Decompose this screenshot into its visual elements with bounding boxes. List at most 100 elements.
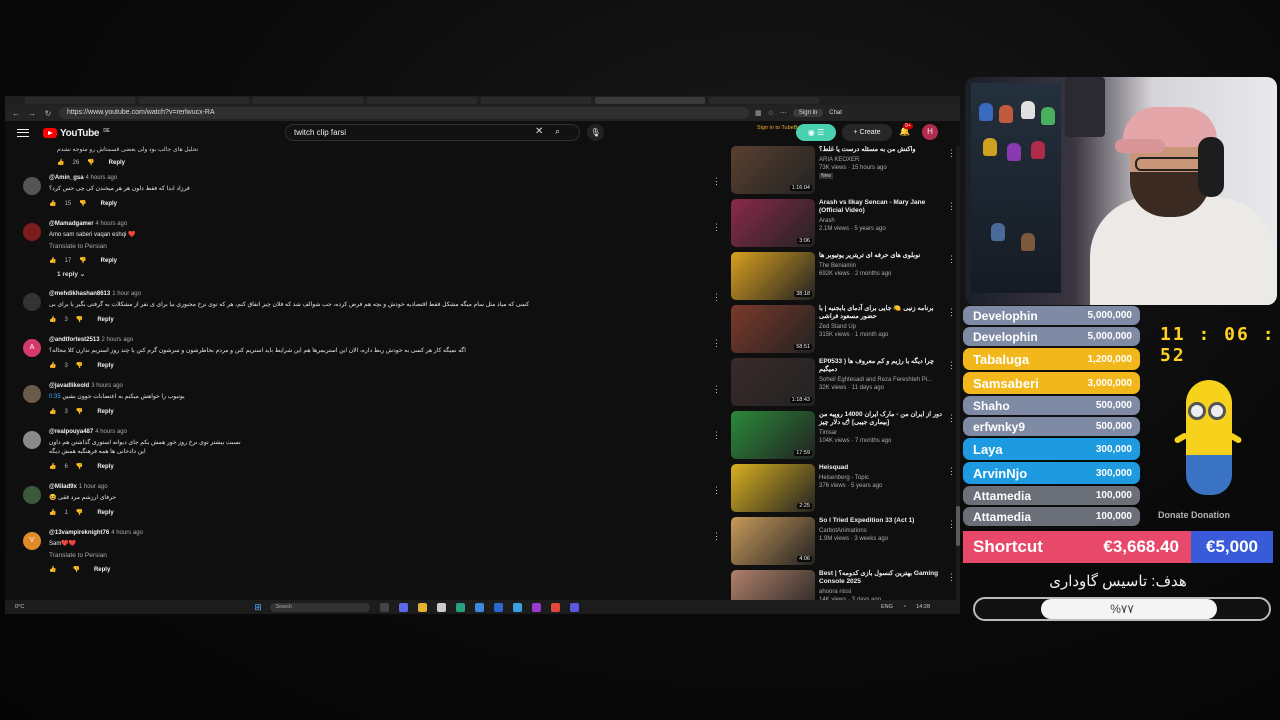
video-thumbnail[interactable]: 2:25 xyxy=(731,464,815,512)
comment-more-icon[interactable]: ⋮ xyxy=(712,293,721,302)
video-channel[interactable]: Arash xyxy=(819,218,946,224)
windows-start-icon[interactable]: ⊞ xyxy=(254,602,262,613)
system-clock[interactable]: 14:28 xyxy=(916,604,930,610)
hamburger-menu-icon[interactable] xyxy=(17,129,29,137)
browser-tab[interactable] xyxy=(709,97,819,104)
app-icon[interactable] xyxy=(474,602,484,612)
translate-link[interactable]: Translate to Persian xyxy=(49,243,723,250)
dislike-icon[interactable]: 👎 xyxy=(79,257,86,264)
comment-author[interactable]: @Amin_gsa xyxy=(49,175,84,181)
browser-tab-active[interactable] xyxy=(595,97,705,104)
like-icon[interactable]: 👍 xyxy=(49,509,56,516)
video-title[interactable]: Best | بهترین کنسول بازی کدومه؟ Gaming C… xyxy=(819,570,946,586)
video-channel[interactable]: ARIA KEOXER xyxy=(819,157,946,163)
video-title[interactable]: EP0533 ) چرا دیگه با رژیم و کم معروف ها … xyxy=(819,358,946,374)
search-icon[interactable]: ⌕ xyxy=(555,126,560,137)
commenter-avatar[interactable] xyxy=(23,177,41,195)
reply-button[interactable]: Reply xyxy=(94,567,110,573)
related-video-item[interactable]: 3:06 Arash vs Ilkay Sencan - Mary Jane (O… xyxy=(731,199,956,251)
create-button[interactable]: + Create xyxy=(842,124,892,141)
forward-icon[interactable]: → xyxy=(27,109,37,118)
related-video-item[interactable]: 1:16:04 واکنش من به مسئله درست یا غلط؟ ARI… xyxy=(731,146,956,198)
comment-more-icon[interactable]: ⋮ xyxy=(712,223,721,232)
like-icon[interactable]: 👍 xyxy=(49,200,56,207)
translate-link[interactable]: Translate to Persian xyxy=(49,552,723,559)
browser-tab[interactable] xyxy=(367,97,477,104)
video-more-icon[interactable]: ⋮ xyxy=(947,201,956,212)
reload-icon[interactable]: ↻ xyxy=(43,109,53,118)
page-scrollbar[interactable] xyxy=(956,146,960,606)
app-icon[interactable] xyxy=(531,602,541,612)
bookmark-icon[interactable]: ☆ xyxy=(768,109,774,117)
commenter-avatar[interactable] xyxy=(23,293,41,311)
teams-icon[interactable] xyxy=(398,602,408,612)
browser-signin-button[interactable]: Sign in xyxy=(792,109,824,117)
dislike-icon[interactable]: 👎 xyxy=(87,159,94,166)
clear-search-icon[interactable]: ✕ xyxy=(535,126,543,137)
reply-button[interactable]: Reply xyxy=(97,409,113,415)
discord-icon[interactable] xyxy=(569,602,579,612)
reply-button[interactable]: Reply xyxy=(97,464,113,470)
timestamp-link[interactable]: 0:35 xyxy=(49,394,61,400)
comment-author[interactable]: @13vampireknight76 xyxy=(49,530,109,536)
comment-more-icon[interactable]: ⋮ xyxy=(712,177,721,186)
comment-time[interactable]: 4 hours ago xyxy=(111,530,143,536)
url-input[interactable]: https://www.youtube.com/watch?v=rerlwucx… xyxy=(59,107,749,119)
edge-icon[interactable] xyxy=(455,602,465,612)
like-icon[interactable]: 👍 xyxy=(49,463,56,470)
browser-tab[interactable] xyxy=(139,97,249,104)
commenter-avatar[interactable] xyxy=(23,385,41,403)
commenter-avatar[interactable] xyxy=(23,431,41,449)
scrollbar-thumb[interactable] xyxy=(956,506,960,546)
taskbar-search[interactable]: Search xyxy=(269,602,370,612)
tubebuddy-toggle[interactable]: ◉ ☰ xyxy=(796,124,836,141)
video-more-icon[interactable]: ⋮ xyxy=(947,307,956,318)
video-title[interactable]: دور از ایران من - مارک ایران 14000 روپیه… xyxy=(819,411,946,427)
dislike-icon[interactable]: 👎 xyxy=(76,509,83,516)
wifi-icon[interactable]: ◔ xyxy=(903,604,906,610)
dislike-icon[interactable]: 👎 xyxy=(72,566,79,573)
account-avatar[interactable]: H xyxy=(922,124,938,140)
taskview-icon[interactable] xyxy=(379,602,389,612)
like-icon[interactable]: 👍 xyxy=(57,159,64,166)
video-channel[interactable]: ahoora nissi xyxy=(819,589,946,595)
video-more-icon[interactable]: ⋮ xyxy=(947,413,956,424)
comment-more-icon[interactable]: ⋮ xyxy=(712,532,721,541)
video-more-icon[interactable]: ⋮ xyxy=(947,148,956,159)
comment-time[interactable]: 4 hours ago xyxy=(86,175,118,181)
video-title[interactable]: برنامه زنیی 🍋 جایی برای آدمای بابجنبه | … xyxy=(819,305,946,321)
comment-time[interactable]: 3 hours ago xyxy=(91,383,123,389)
related-video-item[interactable]: 17:59 دور از ایران من - مارک ایران 14000 … xyxy=(731,411,956,463)
video-thumbnail[interactable]: 4:06 xyxy=(731,517,815,565)
dislike-icon[interactable]: 👎 xyxy=(76,408,83,415)
comment-time[interactable]: 1 hour ago xyxy=(112,291,141,297)
voice-search-icon[interactable]: 🎙 xyxy=(587,124,604,141)
video-more-icon[interactable]: ⋮ xyxy=(947,360,956,371)
like-icon[interactable]: 👍 xyxy=(49,566,56,573)
video-title[interactable]: So I Tried Expedition 33 (Act 1) xyxy=(819,517,946,525)
comment-author[interactable]: @Mamadgamer xyxy=(49,221,94,227)
related-video-item[interactable]: 58:51 برنامه زنیی 🍋 جایی برای آدمای بابجن… xyxy=(731,305,956,357)
commenter-avatar[interactable] xyxy=(23,486,41,504)
settings-icon[interactable]: ⋯ xyxy=(780,109,787,117)
comment-time[interactable]: 4 hours ago xyxy=(96,221,128,227)
chrome-icon[interactable] xyxy=(550,602,560,612)
video-channel[interactable]: The Beniamin xyxy=(819,263,946,269)
comment-more-icon[interactable]: ⋮ xyxy=(712,486,721,495)
comment-time[interactable]: 1 hour ago xyxy=(79,484,108,490)
notepad-icon[interactable] xyxy=(436,602,446,612)
comment-more-icon[interactable]: ⋮ xyxy=(712,431,721,440)
video-thumbnail[interactable]: 1:16:04 xyxy=(731,146,815,194)
comment-more-icon[interactable]: ⋮ xyxy=(712,339,721,348)
video-thumbnail[interactable]: 38:18 xyxy=(731,252,815,300)
commenter-avatar[interactable]: V xyxy=(23,532,41,550)
video-title[interactable]: واکنش من به مسئله درست یا غلط؟ xyxy=(819,146,946,154)
comment-author[interactable]: @javadlikeold xyxy=(49,383,89,389)
video-channel[interactable]: Soheil Eghtesadi and Reza Fereshteh Pi..… xyxy=(819,377,946,383)
reply-button[interactable]: Reply xyxy=(101,201,117,207)
commenter-avatar[interactable]: A xyxy=(23,339,41,357)
store-icon[interactable] xyxy=(493,602,503,612)
dislike-icon[interactable]: 👎 xyxy=(76,463,83,470)
comment-author[interactable]: @andtfortest2513 xyxy=(49,337,100,343)
video-thumbnail[interactable]: 17:59 xyxy=(731,411,815,459)
